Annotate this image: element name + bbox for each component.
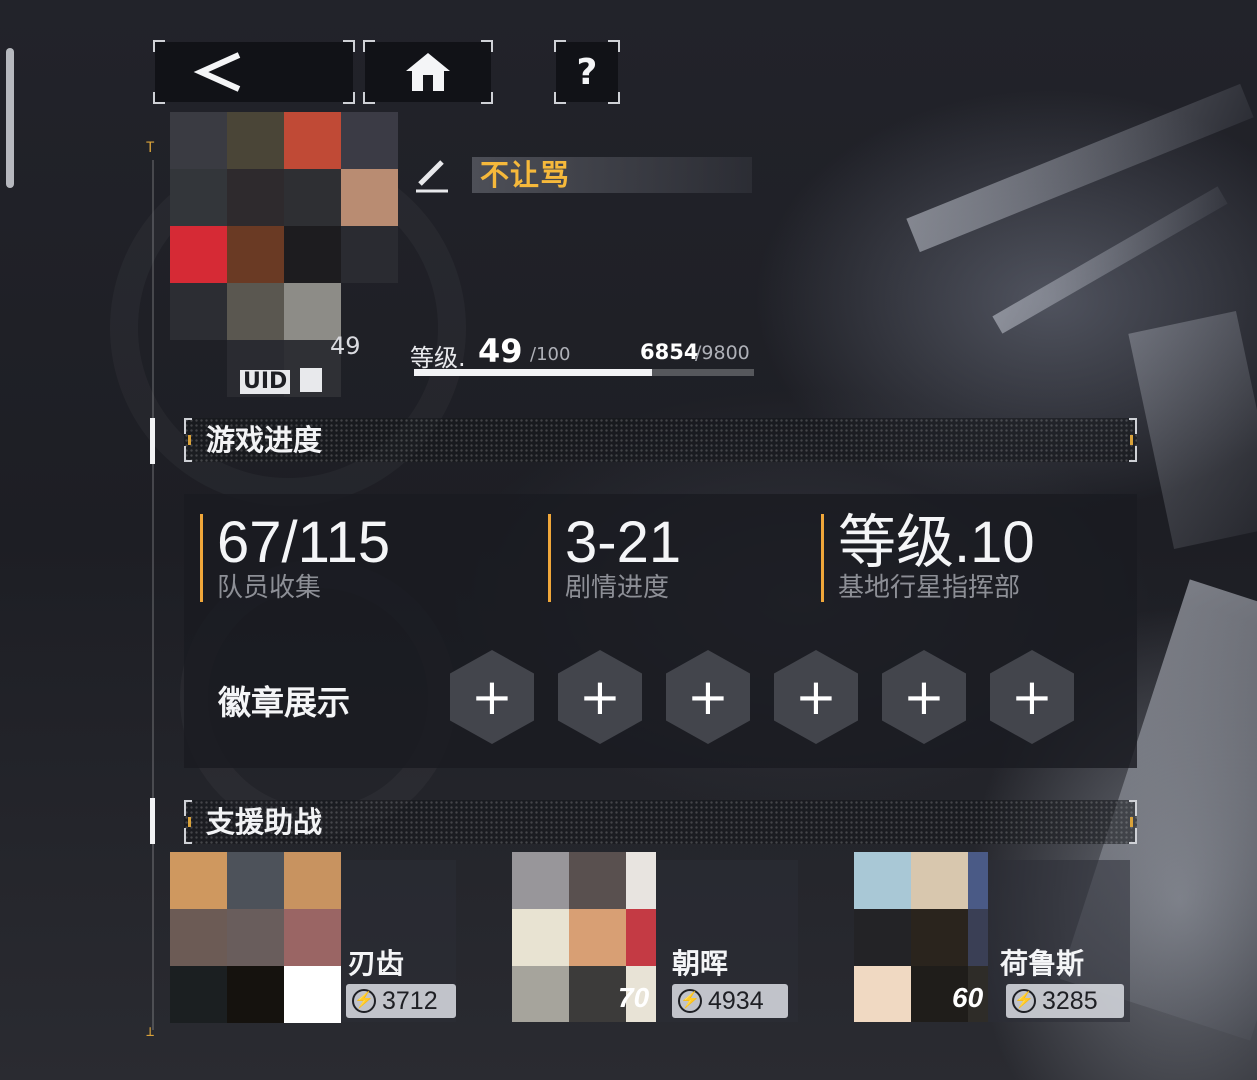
power-bolt-icon: ⚡	[678, 989, 702, 1013]
unit-name: 刃齿	[348, 947, 405, 980]
player-name: 不让骂	[480, 158, 571, 192]
stat-value: 3-21	[565, 510, 682, 575]
stat-story: 3-21 剧情进度	[548, 510, 682, 603]
rail-top-marker: T	[146, 140, 155, 156]
help-icon: ?	[576, 51, 598, 93]
stat-base-level: 等级.10 基地行星指挥部	[821, 510, 1035, 603]
home-button[interactable]	[363, 40, 493, 104]
progress-section-header: 游戏进度	[184, 418, 1137, 462]
stat-value: 等级.10	[838, 510, 1035, 575]
stat-value: 67/115	[217, 510, 391, 575]
level-max: /100	[530, 344, 571, 365]
section-title: 游戏进度	[206, 423, 323, 457]
xp-progress-bar	[414, 369, 754, 376]
unit-portrait	[170, 852, 341, 1023]
unit-power: ⚡ 4934	[672, 984, 788, 1018]
support-section-header: 支援助战	[184, 800, 1137, 844]
back-arrow-icon	[193, 52, 241, 92]
xp-current: 6854	[640, 340, 699, 364]
power-value: 3712	[382, 986, 438, 1015]
section-marker	[150, 418, 155, 464]
stat-label: 剧情进度	[565, 573, 670, 603]
stat-label: 队员收集	[217, 573, 322, 603]
unit-level: 70	[618, 982, 650, 1013]
uid-value: 49	[330, 332, 361, 360]
player-level: 49	[478, 332, 523, 370]
edit-name-icon[interactable]	[414, 158, 450, 194]
help-button[interactable]: ?	[554, 40, 620, 104]
power-value: 4934	[708, 986, 764, 1015]
power-bolt-icon: ⚡	[352, 989, 376, 1013]
unit-power: ⚡ 3285	[1006, 984, 1124, 1018]
unit-name: 朝晖	[672, 947, 729, 980]
avatar[interactable]	[170, 112, 398, 397]
rail-bottom-marker: ⊥	[146, 1024, 155, 1040]
page-scrollbar[interactable]	[6, 48, 14, 188]
home-icon	[406, 53, 450, 91]
section-marker	[150, 798, 155, 844]
uid-label: UID	[240, 370, 291, 394]
power-bolt-icon: ⚡	[1012, 989, 1036, 1013]
badge-display-label: 徽章展示	[218, 683, 350, 722]
section-title: 支援助战	[206, 805, 323, 839]
stat-members: 67/115 队员收集	[200, 510, 391, 603]
stat-label: 基地行星指挥部	[838, 573, 1021, 603]
xp-progress-fill	[414, 369, 652, 376]
level-prefix: 等级.	[410, 344, 466, 372]
timeline-rail	[152, 160, 154, 1030]
unit-level: 60	[952, 982, 984, 1013]
back-button[interactable]	[153, 40, 355, 104]
power-value: 3285	[1042, 986, 1098, 1015]
copy-uid-icon[interactable]	[300, 368, 322, 392]
unit-name: 荷鲁斯	[1000, 947, 1085, 980]
xp-max: /9800	[695, 342, 750, 364]
unit-power: ⚡ 3712	[346, 984, 456, 1018]
